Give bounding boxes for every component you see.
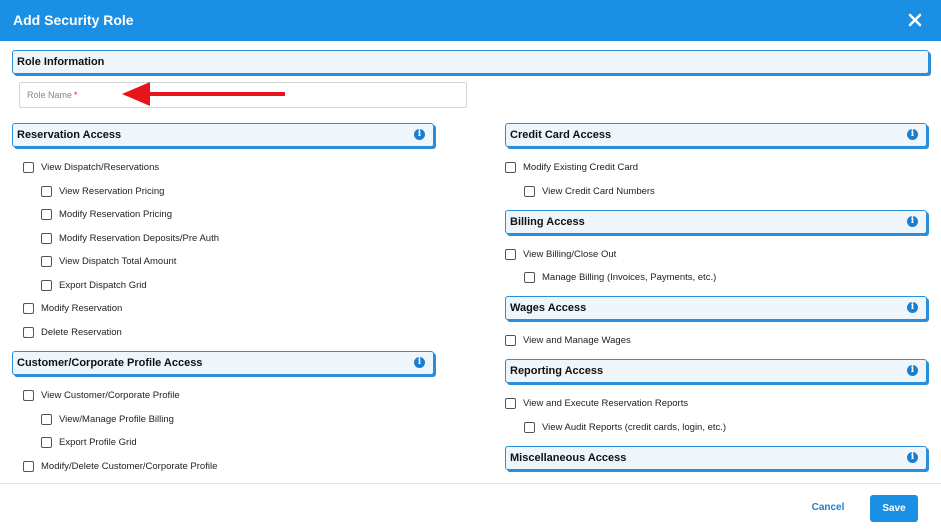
dialog-title: Add Security Role (13, 12, 134, 28)
checkbox-modify-delete-customer-profile[interactable]: Modify/Delete Customer/Corporate Profile (23, 459, 217, 473)
info-icon[interactable]: i (907, 365, 918, 376)
section-title: Miscellaneous Access (510, 452, 627, 464)
checkbox[interactable] (41, 208, 52, 220)
checkbox-view-customer-corporate-profile[interactable]: View Customer/Corporate Profile (23, 388, 180, 402)
checkbox[interactable] (41, 255, 52, 267)
section-header-reporting-access: Reporting Access i (505, 359, 927, 383)
checkbox-export-dispatch-grid[interactable]: Export Dispatch Grid (41, 278, 147, 292)
checkbox[interactable] (524, 185, 535, 197)
section-title: Reporting Access (510, 365, 604, 377)
checkbox-view-and-manage-wages[interactable]: View and Manage Wages (505, 333, 631, 347)
checkbox-modify-reservation-pricing[interactable]: Modify Reservation Pricing (41, 207, 172, 221)
checkbox-manage-billing[interactable]: Manage Billing (Invoices, Payments, etc.… (524, 270, 716, 284)
close-icon[interactable] (904, 9, 926, 31)
checkbox-label: View/Manage Profile Billing (59, 413, 174, 425)
checkbox[interactable] (505, 161, 516, 173)
checkbox-view-dispatch-total-amount[interactable]: View Dispatch Total Amount (41, 254, 176, 268)
checkbox-view-credit-card-numbers[interactable]: View Credit Card Numbers (524, 184, 655, 198)
checkbox-label: View Dispatch Total Amount (59, 255, 177, 267)
footer-divider (0, 483, 941, 484)
section-header-billing-access: Billing Access i (505, 210, 927, 234)
checkbox[interactable] (23, 302, 34, 314)
checkbox-delete-reservation[interactable]: Delete Reservation (23, 325, 122, 339)
checkbox-label: View Dispatch/Reservations (41, 161, 160, 173)
checkbox[interactable] (41, 232, 52, 244)
section-title: Customer/Corporate Profile Access (17, 357, 203, 369)
checkbox-modify-existing-credit-card[interactable]: Modify Existing Credit Card (505, 160, 638, 174)
checkbox-view-dispatch-reservations[interactable]: View Dispatch/Reservations (23, 160, 159, 174)
info-icon[interactable]: i (414, 129, 425, 140)
section-header-reservation-access: Reservation Access i (12, 123, 434, 147)
checkbox-view-manage-profile-billing[interactable]: View/Manage Profile Billing (41, 412, 174, 426)
checkbox[interactable] (524, 271, 535, 283)
checkbox-modify-reservation[interactable]: Modify Reservation (23, 301, 122, 315)
checkbox-label: Export Profile Grid (59, 436, 137, 448)
info-icon[interactable]: i (907, 452, 918, 463)
checkbox-view-audit-reports[interactable]: View Audit Reports (credit cards, login,… (524, 420, 726, 434)
section-header-customer-corporate-profile-access: Customer/Corporate Profile Access i (12, 351, 434, 375)
save-button[interactable]: Save (870, 495, 918, 522)
checkbox-view-execute-reservation-reports[interactable]: View and Execute Reservation Reports (505, 396, 688, 410)
checkbox-label: Manage Billing (Invoices, Payments, etc.… (542, 271, 717, 283)
checkbox[interactable] (41, 413, 52, 425)
checkbox-label: Delete Reservation (41, 326, 122, 338)
checkbox-view-billing-close-out[interactable]: View Billing/Close Out (505, 247, 616, 261)
section-header-wages-access: Wages Access i (505, 296, 927, 320)
checkbox[interactable] (23, 389, 34, 401)
checkbox[interactable] (41, 279, 52, 291)
info-icon[interactable]: i (907, 129, 918, 140)
checkbox-label: Modify Existing Credit Card (523, 161, 639, 173)
checkbox-export-profile-grid[interactable]: Export Profile Grid (41, 435, 137, 449)
info-icon[interactable]: i (907, 302, 918, 313)
checkbox-label: Modify Reservation Pricing (59, 208, 172, 220)
checkbox-label: Modify Reservation (41, 302, 123, 314)
section-title: Billing Access (510, 216, 585, 228)
checkbox[interactable] (23, 161, 34, 173)
checkbox[interactable] (41, 185, 52, 197)
checkbox-label: View and Manage Wages (523, 334, 631, 346)
checkbox[interactable] (524, 421, 535, 433)
section-title: Reservation Access (17, 129, 122, 141)
role-name-placeholder: Role Name * (27, 90, 78, 100)
cancel-button[interactable]: Cancel (800, 496, 856, 520)
checkbox-label: View Billing/Close Out (523, 248, 617, 260)
checkbox[interactable] (505, 248, 516, 260)
checkbox[interactable] (41, 436, 52, 448)
checkbox-label: View Reservation Pricing (59, 185, 165, 197)
checkbox-modify-reservation-deposits[interactable]: Modify Reservation Deposits/Pre Auth (41, 231, 219, 245)
section-header-miscellaneous-access: Miscellaneous Access i (505, 446, 927, 470)
red-arrow-annotation (122, 82, 285, 106)
section-header-credit-card-access: Credit Card Access i (505, 123, 927, 147)
checkbox[interactable] (505, 334, 516, 346)
checkbox-label: View Audit Reports (credit cards, login,… (542, 421, 727, 433)
checkbox-view-reservation-pricing[interactable]: View Reservation Pricing (41, 184, 164, 198)
info-icon[interactable]: i (414, 357, 425, 368)
checkbox[interactable] (505, 397, 516, 409)
dialog-titlebar: Add Security Role (0, 0, 941, 41)
checkbox-label: Export Dispatch Grid (59, 279, 147, 291)
checkbox[interactable] (23, 326, 34, 338)
checkbox-label: Modify/Delete Customer/Corporate Profile (41, 460, 218, 472)
checkbox-label: View Customer/Corporate Profile (41, 389, 180, 401)
checkbox-label: Modify Reservation Deposits/Pre Auth (59, 232, 219, 244)
info-icon[interactable]: i (907, 216, 918, 227)
checkbox-label: View Credit Card Numbers (542, 185, 655, 197)
checkbox[interactable] (23, 460, 34, 472)
section-title: Credit Card Access (510, 129, 612, 141)
section-title: Wages Access (510, 302, 587, 314)
section-header-role-information: Role Information (12, 50, 929, 74)
section-title: Role Information (17, 56, 105, 68)
required-asterisk: * (74, 90, 78, 100)
checkbox-label: View and Execute Reservation Reports (523, 397, 689, 409)
